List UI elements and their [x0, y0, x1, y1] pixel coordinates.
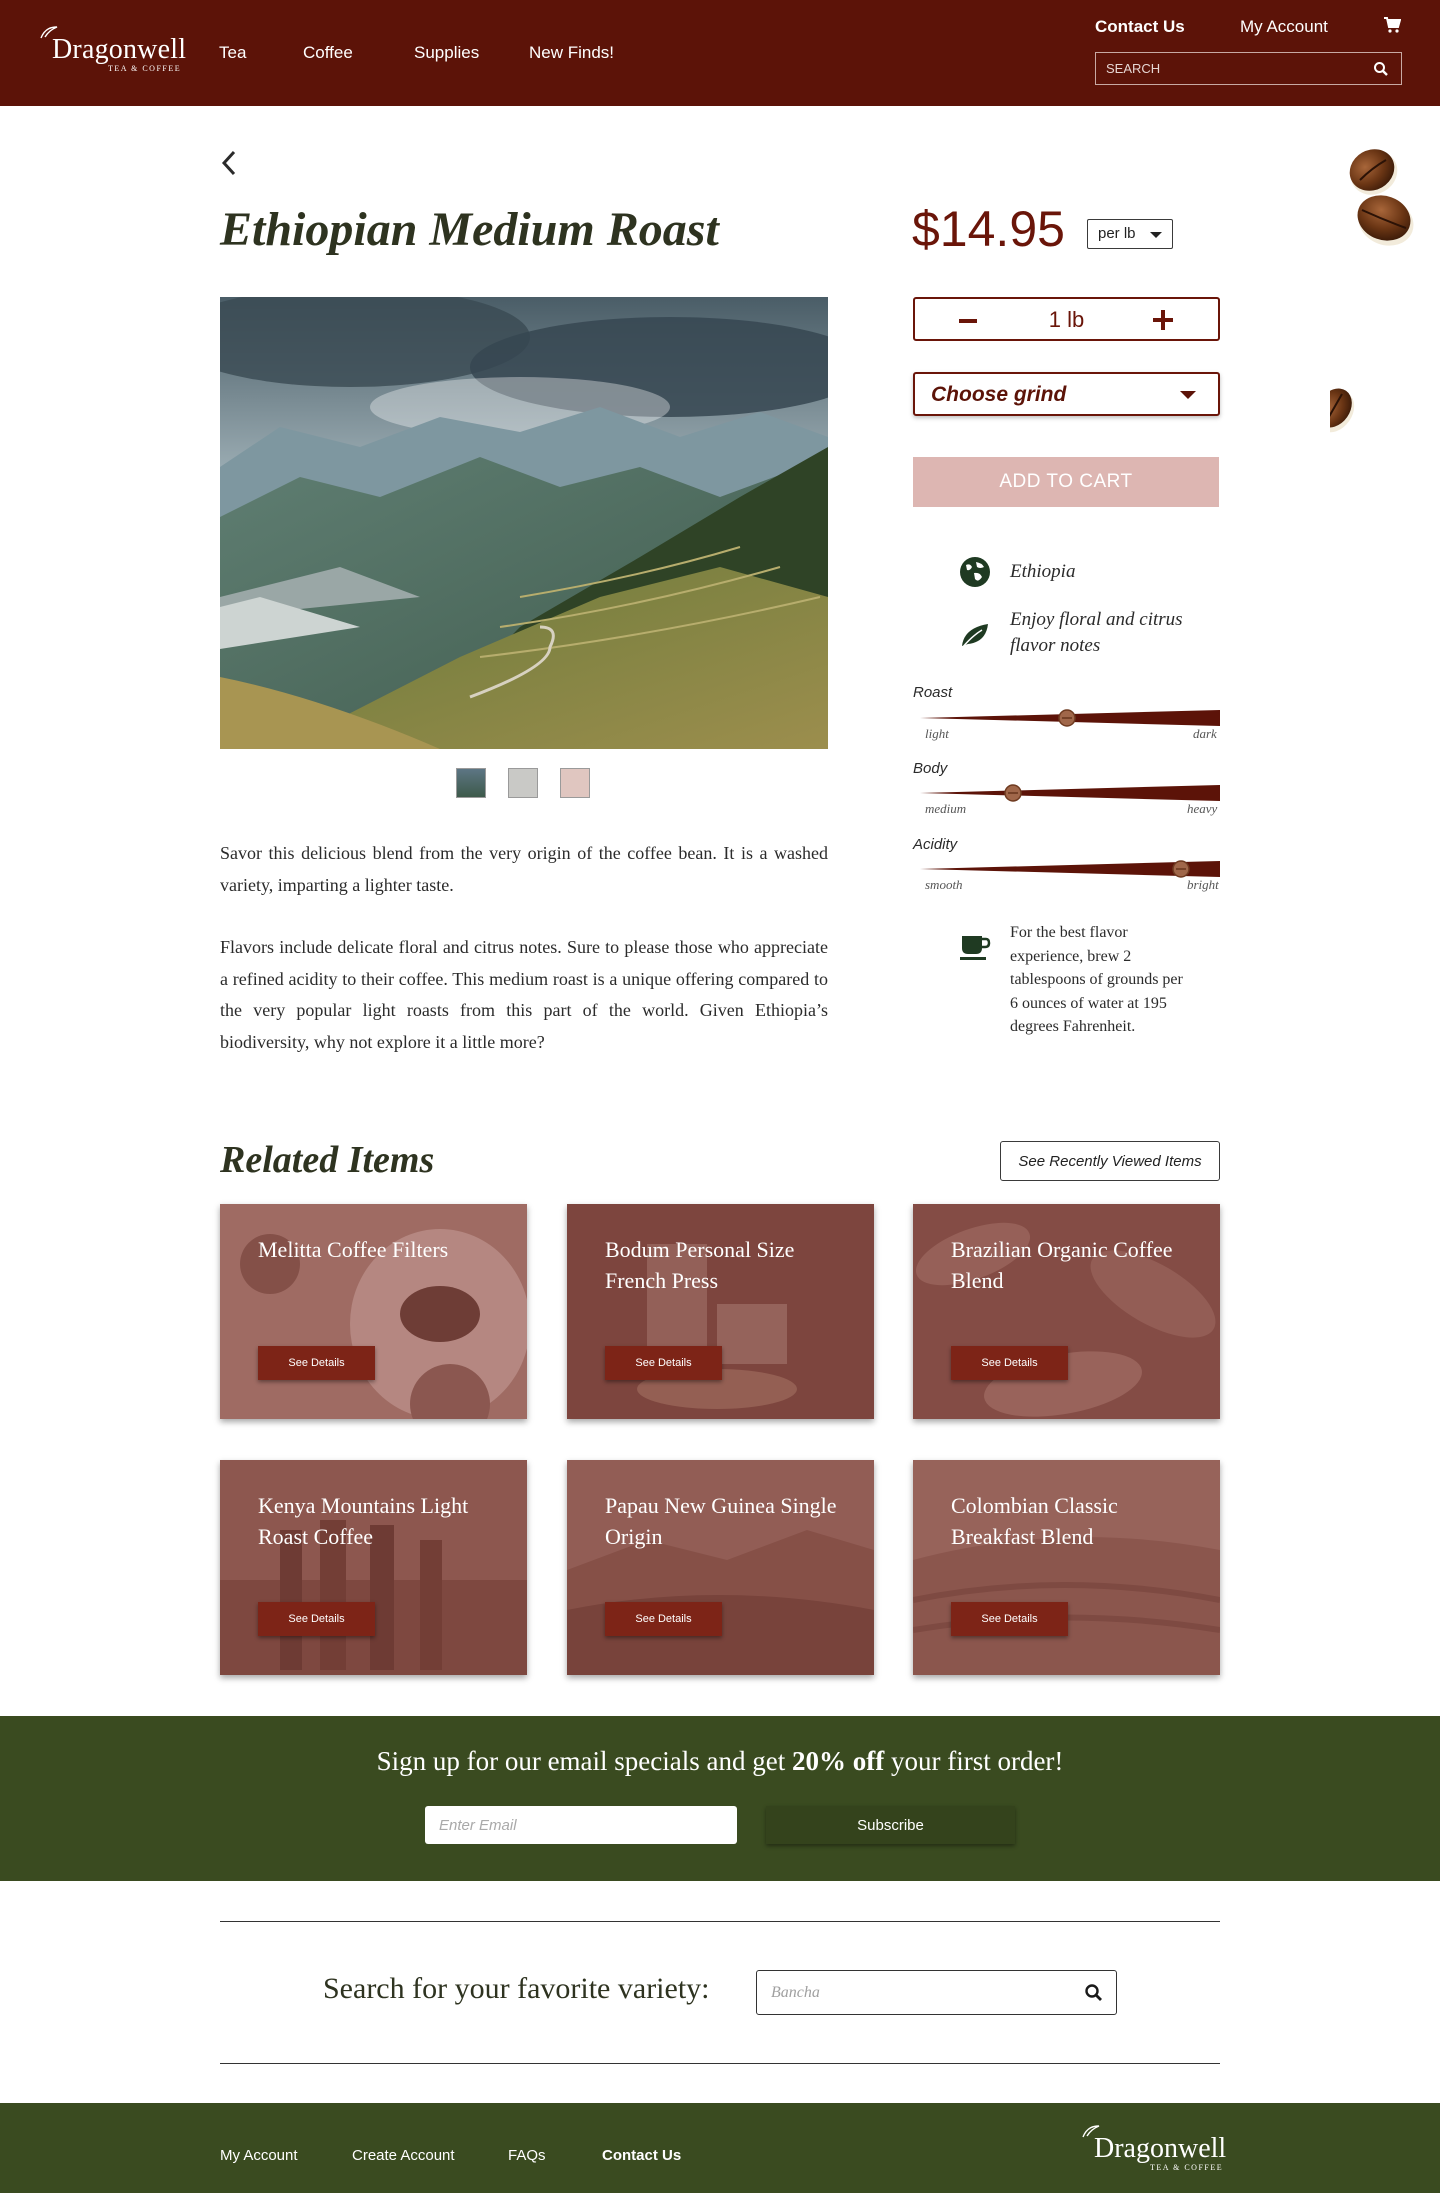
product-description-2: Flavors include delicate floral and citr…	[220, 937, 828, 1052]
thumbnail-1[interactable]	[456, 768, 486, 798]
body-scale-high: heavy	[1187, 801, 1218, 816]
search-icon[interactable]	[1373, 61, 1389, 77]
newsletter-text: Sign up for our email specials and get 2…	[376, 1746, 1064, 1776]
footer-brand-name: Dragonwell	[1094, 2133, 1227, 2164]
coffee-cup-icon	[960, 936, 991, 960]
related-item-card[interactable]: Bodum Personal Size French Press See Det…	[567, 1204, 874, 1419]
origin-text: Ethiopia	[1010, 561, 1076, 582]
related-item-card[interactable]: Papau New Guinea Single Origin See Detai…	[567, 1460, 874, 1675]
body-scale	[920, 784, 1220, 802]
product-description-1: Savor this delicious blend from the very…	[220, 843, 828, 895]
card-title: Papau New Guinea Single Origin	[605, 1493, 837, 1549]
body-scale-low: medium	[925, 801, 967, 816]
body-scale-label: Body	[913, 760, 948, 777]
product-price: $14.95	[912, 201, 1065, 257]
see-details-button[interactable]: See Details	[258, 1346, 375, 1380]
quantity-stepper: 1 lb	[913, 297, 1220, 341]
divider	[220, 2063, 1220, 2064]
card-title: Bodum Personal Size French Press	[605, 1237, 795, 1293]
subscribe-button[interactable]: Subscribe	[766, 1806, 1015, 1844]
variety-search-input[interactable]	[757, 1971, 1057, 2014]
email-field[interactable]	[425, 1806, 737, 1844]
footer-contact-us[interactable]: Contact Us	[602, 2147, 681, 2164]
brand-tagline: TEA & COFFEE	[108, 64, 182, 73]
acidity-scale-label: Acidity	[913, 836, 958, 853]
footer-faqs[interactable]: FAQs	[508, 2147, 546, 2164]
roast-scale-high: dark	[1193, 726, 1217, 741]
divider	[220, 1921, 1220, 1922]
acidity-scale-high: bright	[1187, 877, 1219, 892]
unit-select[interactable]: per lb	[1087, 219, 1173, 249]
acidity-scale-knob[interactable]	[1172, 860, 1190, 878]
variety-search	[756, 1970, 1117, 2015]
newsletter-banner: Sign up for our email specials and get 2…	[0, 1716, 1440, 1881]
related-item-card[interactable]: Melitta Coffee Filters See Details	[220, 1204, 527, 1419]
site-header: Dragonwell TEA & COFFEE Tea Coffee Suppl…	[0, 0, 1440, 106]
card-title: Colombian Classic Breakfast Blend	[951, 1493, 1118, 1549]
contact-us-link[interactable]: Contact Us	[1095, 17, 1185, 37]
see-details-button[interactable]: See Details	[605, 1346, 722, 1380]
related-item-card[interactable]: Colombian Classic Breakfast Blend See De…	[913, 1460, 1220, 1675]
roast-scale-low: light	[925, 726, 949, 741]
card-title: Brazilian Organic Coffee Blend	[951, 1237, 1173, 1293]
acidity-scale	[920, 860, 1220, 878]
footer-brand-tagline: TEA & COFFEE	[1150, 2163, 1224, 2172]
acidity-scale-low: smooth	[925, 877, 963, 892]
body-scale-knob[interactable]	[1004, 784, 1022, 802]
chevron-down-icon	[1180, 391, 1196, 399]
add-to-cart-button[interactable]: ADD TO CART	[913, 457, 1219, 507]
brand-name: Dragonwell	[52, 34, 187, 65]
thumbnail-2[interactable]	[508, 768, 538, 798]
newsletter-discount: 20% off	[791, 1746, 885, 1776]
roast-scale-knob[interactable]	[1058, 709, 1076, 727]
card-title: Kenya Mountains Light Roast Coffee	[258, 1493, 469, 1549]
grind-select[interactable]: Choose grind	[913, 372, 1220, 416]
nav-supplies[interactable]: Supplies	[414, 43, 479, 63]
product-title: Ethiopian Medium Roast	[220, 203, 719, 256]
brew-tip: For the best flavor experience, brew 2 t…	[1010, 924, 1183, 1035]
thumbnail-3[interactable]	[560, 768, 590, 798]
roast-scale-label: Roast	[913, 684, 953, 701]
see-details-button[interactable]: See Details	[951, 1602, 1068, 1636]
recently-viewed-button[interactable]: See Recently Viewed Items	[1000, 1141, 1220, 1181]
product-main-image	[220, 297, 828, 749]
see-details-button[interactable]: See Details	[258, 1602, 375, 1636]
leaf-icon	[961, 624, 988, 649]
footer-create-account[interactable]: Create Account	[352, 2147, 455, 2164]
related-item-card[interactable]: Kenya Mountains Light Roast Coffee See D…	[220, 1460, 527, 1675]
coffee-beans-decoration	[1330, 149, 1414, 433]
flavor-text-line-2: flavor notes	[1010, 635, 1101, 656]
chevron-down-icon	[1150, 232, 1162, 238]
related-items-title: Related Items	[220, 1139, 435, 1181]
related-item-card[interactable]: Brazilian Organic Coffee Blend See Detai…	[913, 1204, 1220, 1419]
flavor-text-line-1: Enjoy floral and citrus	[1010, 609, 1183, 630]
my-account-link[interactable]: My Account	[1240, 17, 1328, 37]
footer-my-account[interactable]: My Account	[220, 2147, 298, 2164]
site-footer: My Account Create Account FAQs Contact U…	[0, 2103, 1440, 2193]
globe-icon	[960, 557, 990, 587]
roast-scale	[920, 709, 1220, 727]
nav-new-finds[interactable]: New Finds!	[529, 43, 614, 63]
back-chevron-icon[interactable]	[218, 148, 242, 178]
card-title: Melitta Coffee Filters	[258, 1237, 449, 1262]
nav-tea[interactable]: Tea	[219, 43, 246, 63]
grind-select-label: Choose grind	[931, 383, 1067, 406]
unit-select-value: per lb	[1098, 225, 1136, 242]
see-details-button[interactable]: See Details	[605, 1602, 722, 1636]
plus-icon[interactable]	[1153, 310, 1173, 330]
search-icon[interactable]	[1084, 1983, 1104, 2003]
see-details-button[interactable]: See Details	[951, 1346, 1068, 1380]
cart-icon[interactable]	[1383, 16, 1401, 34]
header-search	[1095, 52, 1402, 85]
header-search-input[interactable]	[1096, 53, 1356, 84]
variety-search-label: Search for your favorite variety:	[323, 1972, 710, 2005]
nav-coffee[interactable]: Coffee	[303, 43, 353, 63]
